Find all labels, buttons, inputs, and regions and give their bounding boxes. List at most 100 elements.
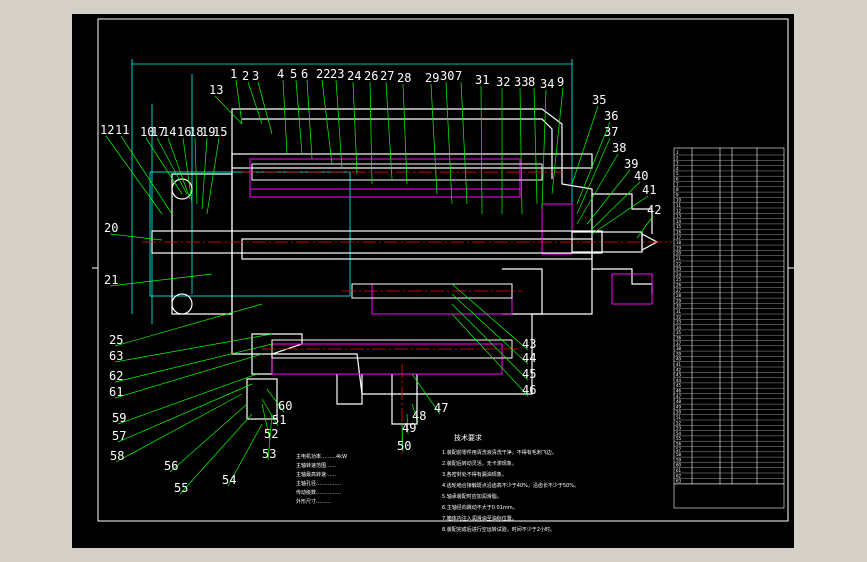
part-number-label: 51: [272, 413, 286, 427]
leader-line: [541, 89, 547, 210]
spec-lines: 主电机功率………4kW 主轴转速范围…… 主轴最高转速…… 主轴孔径…………… 传动级数…: [296, 453, 347, 505]
table-row-number: 19: [676, 245, 682, 250]
leader-line: [206, 137, 220, 215]
notes-heading: 技术要求: [454, 433, 482, 442]
part-number-label: 63: [109, 349, 123, 363]
table-row-number: 51: [676, 415, 682, 420]
table-row-number: 7: [676, 182, 679, 187]
leader-line: [117, 373, 258, 425]
leader-line: [109, 273, 213, 287]
table-row-number: 13: [676, 214, 682, 219]
table-row-number: 20: [676, 251, 682, 256]
part-number-label: 35: [592, 93, 606, 107]
table-row-number: 9: [676, 192, 679, 197]
parts-list-rows: 1234567891011121314151617181920212223242…: [674, 150, 784, 484]
part-number-label: 23: [330, 67, 344, 81]
part-number-label: 59: [112, 411, 126, 425]
table-row-number: 35: [676, 330, 682, 335]
leader-line: [214, 95, 243, 125]
table-row-number: 53: [676, 426, 682, 431]
table-row-number: 27: [676, 288, 682, 293]
table-row-number: 44: [676, 378, 682, 383]
table-row-number: 40: [676, 357, 682, 362]
part-number-label: 30: [440, 69, 454, 83]
table-row-number: 61: [676, 468, 682, 473]
part-number-label: 34: [540, 77, 554, 91]
table-row-number: 43: [676, 373, 682, 378]
table-row-number: 55: [676, 436, 682, 441]
cad-drawing: 1 2 3 4 5 6 22 23 24 26 27 28 29 30 7 31 32 33 8 34 91335363…: [92, 18, 794, 533]
frame: [92, 18, 794, 522]
part-number-label: 38: [612, 141, 626, 155]
table-row-number: 25: [676, 277, 682, 282]
table-row-number: 50: [676, 410, 682, 415]
spec-line: 外形尺寸………: [296, 498, 331, 505]
part-number-label: 15: [213, 125, 227, 139]
part-number-labels: 1 2 3 4 5 6 22 23 24 26 27 28 29 30 7 31 32 33 8 34 91335363…: [100, 67, 661, 495]
leader-line: [182, 137, 193, 205]
table-row-number: 18: [676, 240, 682, 245]
part-number-label: 47: [434, 401, 448, 415]
table-row-number: 60: [676, 463, 682, 468]
part-number-label: 53: [262, 447, 276, 461]
leader-line: [571, 105, 599, 185]
table-row-number: 45: [676, 383, 682, 388]
table-row-number: 39: [676, 351, 682, 356]
leader-line: [551, 87, 564, 195]
technical-note: 4.齿轮啮合接触斑点沿齿高不少于40%，沿齿长不少于50%。: [442, 482, 579, 489]
spec-line: 主轴最高转速……: [296, 471, 336, 478]
part-number-label: 62: [109, 369, 123, 383]
leader-line: [295, 79, 303, 155]
part-number-label: 29: [425, 71, 439, 85]
part-number-label: 44: [522, 351, 536, 365]
leader-line: [636, 215, 654, 239]
part-number-label: 26: [364, 69, 378, 83]
leader-line: [114, 353, 263, 399]
part-number-label: 3: [252, 69, 259, 83]
table-row-number: 16: [676, 230, 682, 235]
table-row-number: 21: [676, 256, 682, 261]
table-row-number: 22: [676, 261, 682, 266]
part-number-label: 13: [209, 83, 223, 97]
part-number-label: 36: [604, 109, 618, 123]
part-number-label: 11: [115, 123, 129, 137]
part-number-label: 55: [174, 481, 188, 495]
part-number-label: 7: [455, 69, 462, 83]
leader-line: [369, 81, 373, 185]
technical-note: 6.主轴径向跳动不大于0.01mm。: [442, 504, 518, 511]
table-row-number: 36: [676, 336, 682, 341]
leader-line: [480, 85, 483, 215]
spec-line: 主轴孔径……………: [296, 480, 341, 487]
leader-line: [282, 79, 288, 155]
leader-line: [335, 79, 343, 170]
part-number-label: 8: [528, 75, 535, 89]
table-row-number: 46: [676, 389, 682, 394]
drawing-sheet: 1 2 3 4 5 6 22 23 24 26 27 28 29 30 7 31 32 33 8 34 9 13 35 36 3…: [72, 14, 794, 548]
table-row-number: 15: [676, 224, 682, 229]
part-number-label: 24: [347, 69, 361, 83]
table-row-number: 24: [676, 272, 682, 277]
part-number-label: 5: [290, 67, 297, 81]
leader-line: [114, 343, 273, 383]
part-number-label: 22: [316, 67, 330, 81]
leader-line: [257, 81, 273, 135]
spec-line: 主电机功率………4kW: [296, 453, 347, 460]
part-number-label: 20: [104, 221, 118, 235]
part-number-label: 45: [522, 367, 536, 381]
part-number-label: 2: [242, 69, 249, 83]
table-row-number: 34: [676, 325, 682, 330]
spec-line: 主轴转速范围……: [296, 462, 336, 469]
part-number-label: 61: [109, 385, 123, 399]
part-number-label: 4: [277, 67, 284, 81]
table-row-number: 2: [676, 155, 679, 160]
table-row-number: 12: [676, 208, 682, 213]
table-row-number: 52: [676, 420, 682, 425]
part-number-label: 25: [109, 333, 123, 347]
technical-notes: 1.装配前零件用清洗液清洗干净，不得有毛刺飞边。 2.装配后转动灵活，无卡滞现象。…: [442, 449, 579, 533]
part-number-label: 1: [230, 67, 237, 81]
part-number-label: 48: [412, 409, 426, 423]
table-row-number: 4: [676, 166, 679, 171]
table-row-number: 63: [676, 479, 682, 484]
leader-line: [430, 83, 438, 195]
table-row-number: 54: [676, 431, 682, 436]
